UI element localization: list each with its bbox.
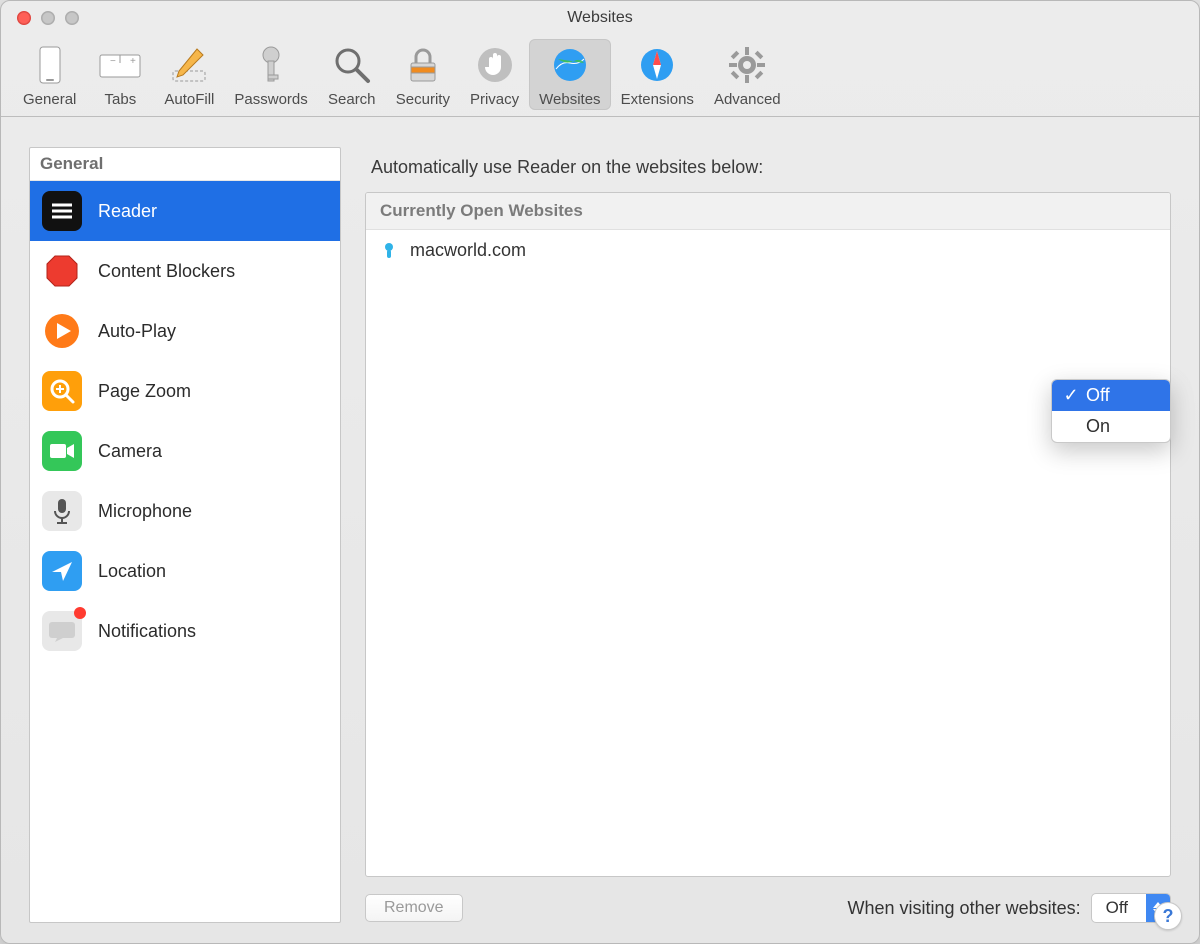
toolbar-item-privacy[interactable]: Privacy [460, 39, 529, 110]
sidebar-item-label: Camera [98, 441, 162, 462]
toolbar-item-passwords[interactable]: Passwords [224, 39, 317, 110]
default-setting-label: When visiting other websites: [848, 898, 1081, 919]
help-button[interactable]: ? [1154, 902, 1182, 930]
website-row[interactable]: macworld.com [366, 230, 1170, 271]
sidebar-item-auto-play[interactable]: Auto-Play [30, 301, 340, 361]
toolbar-item-label: AutoFill [164, 91, 214, 108]
toolbar-item-security[interactable]: Security [386, 39, 460, 110]
dropdown-option-label: Off [1086, 385, 1110, 406]
toolbar-item-label: Tabs [105, 91, 137, 108]
stop-icon [42, 251, 82, 291]
lock-icon [401, 43, 445, 87]
list-section-header: Currently Open Websites [366, 193, 1170, 230]
tabs-icon: −+ [98, 43, 142, 87]
hand-icon [473, 43, 517, 87]
sidebar-item-label: Location [98, 561, 166, 582]
toolbar-item-advanced[interactable]: Advanced [704, 39, 791, 110]
sidebar-item-label: Microphone [98, 501, 192, 522]
preferences-toolbar: General −+ Tabs AutoFill Passwords Searc… [1, 35, 1199, 117]
website-list: Currently Open Websites macworld.com [365, 192, 1171, 877]
close-window-button[interactable] [17, 11, 31, 25]
content-area: General Reader Content Blockers Auto-Pla… [1, 117, 1199, 943]
toolbar-item-search[interactable]: Search [318, 39, 386, 110]
toolbar-item-websites[interactable]: Websites [529, 39, 610, 110]
toolbar-item-label: Advanced [714, 91, 781, 108]
toolbar-item-label: General [23, 91, 76, 108]
help-glyph: ? [1163, 906, 1174, 927]
toolbar-item-label: Privacy [470, 91, 519, 108]
key-icon [249, 43, 293, 87]
toolbar-item-label: Passwords [234, 91, 307, 108]
dropdown-option-off[interactable]: ✓ Off [1052, 380, 1170, 411]
toolbar-item-tabs[interactable]: −+ Tabs [86, 39, 154, 110]
remove-button[interactable]: Remove [365, 894, 463, 922]
preferences-window: Websites General −+ Tabs AutoFill Pa [0, 0, 1200, 944]
detail-footer: Remove When visiting other websites: Off [365, 877, 1171, 923]
minimize-window-button[interactable] [41, 11, 55, 25]
sidebar-item-notifications[interactable]: Notifications [30, 601, 340, 661]
compass-icon [635, 43, 679, 87]
site-favicon [380, 242, 398, 260]
website-domain: macworld.com [410, 240, 526, 261]
sidebar-item-label: Auto-Play [98, 321, 176, 342]
autofill-icon [167, 43, 211, 87]
traffic-lights [1, 11, 79, 25]
titlebar: Websites [1, 1, 1199, 35]
general-icon [28, 43, 72, 87]
sidebar-item-label: Reader [98, 201, 157, 222]
toolbar-item-extensions[interactable]: Extensions [611, 39, 704, 110]
sidebar-item-content-blockers[interactable]: Content Blockers [30, 241, 340, 301]
window-title: Websites [1, 9, 1199, 27]
microphone-icon [42, 491, 82, 531]
toolbar-item-label: Search [328, 91, 376, 108]
sidebar-section-header: General [30, 148, 340, 181]
toolbar-item-label: Websites [539, 91, 600, 108]
sidebar-item-location[interactable]: Location [30, 541, 340, 601]
sidebar-item-page-zoom[interactable]: Page Zoom [30, 361, 340, 421]
toolbar-item-label: Security [396, 91, 450, 108]
select-value: Off [1092, 898, 1146, 918]
zoom-window-button[interactable] [65, 11, 79, 25]
check-icon: ✓ [1062, 385, 1080, 406]
svg-text:+: + [130, 56, 136, 67]
dropdown-option-on[interactable]: On [1052, 411, 1170, 442]
sidebar-item-label: Content Blockers [98, 261, 235, 282]
sidebar-item-label: Page Zoom [98, 381, 191, 402]
detail-heading: Automatically use Reader on the websites… [371, 157, 1171, 178]
toolbar-item-general[interactable]: General [13, 39, 86, 110]
sidebar-item-reader[interactable]: Reader [30, 181, 340, 241]
default-setting-group: When visiting other websites: Off [848, 893, 1171, 923]
sidebar-item-microphone[interactable]: Microphone [30, 481, 340, 541]
gear-icon [725, 43, 769, 87]
detail-pane: Automatically use Reader on the websites… [365, 147, 1171, 923]
sidebar-item-camera[interactable]: Camera [30, 421, 340, 481]
reader-icon [42, 191, 82, 231]
location-icon [42, 551, 82, 591]
svg-text:−: − [110, 56, 116, 67]
camera-icon [42, 431, 82, 471]
toolbar-item-label: Extensions [621, 91, 694, 108]
sidebar-item-label: Notifications [98, 621, 196, 642]
notifications-icon [42, 611, 82, 651]
zoom-icon [42, 371, 82, 411]
dropdown-option-label: On [1086, 416, 1110, 437]
toolbar-item-autofill[interactable]: AutoFill [154, 39, 224, 110]
category-sidebar: General Reader Content Blockers Auto-Pla… [29, 147, 341, 923]
globe-icon [548, 43, 592, 87]
row-setting-dropdown[interactable]: ✓ Off On [1051, 379, 1171, 443]
search-icon [330, 43, 374, 87]
play-icon [42, 311, 82, 351]
